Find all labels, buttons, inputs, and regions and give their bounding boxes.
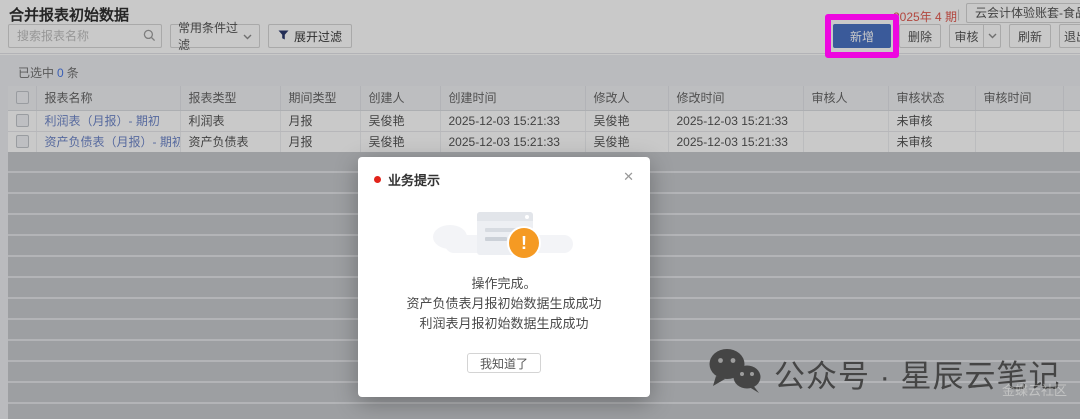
close-icon[interactable]: ✕ <box>619 167 638 187</box>
card-dot <box>525 215 529 219</box>
community-watermark: 金蝶云社区 <box>1002 380 1067 399</box>
message-line-3: 利润表月报初始数据生成成功 <box>358 314 650 334</box>
warning-exclamation-icon: ! <box>509 228 539 258</box>
wechat-icon <box>706 347 764 400</box>
dialog-header: 业务提示 <box>374 170 440 189</box>
business-prompt-dialog: 业务提示 ✕ ! 操作完成。 资产负债表月报初始数据生成成功 利润表月报初始数据… <box>358 157 650 397</box>
red-dot-icon <box>374 176 381 183</box>
message-line-2: 资产负债表月报初始数据生成成功 <box>358 294 650 314</box>
dialog-title: 业务提示 <box>388 170 440 189</box>
confirm-button[interactable]: 我知道了 <box>467 353 541 373</box>
message-line-1: 操作完成。 <box>358 274 650 294</box>
card-line <box>485 237 507 241</box>
dialog-message: 操作完成。 资产负债表月报初始数据生成成功 利润表月报初始数据生成成功 <box>358 274 650 334</box>
warning-illustration: ! <box>419 195 589 271</box>
